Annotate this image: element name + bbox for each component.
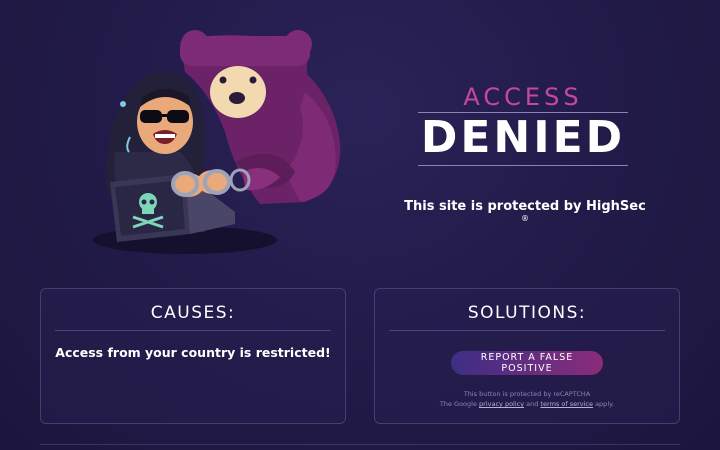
title-denied: DENIED [420, 112, 626, 163]
recaptcha-notice: This button is protected by reCAPTCHA Th… [375, 389, 679, 409]
recaptcha-and: and [526, 400, 539, 408]
recaptcha-apply: apply. [595, 400, 615, 408]
cause-text: Access from your country is restricted! [55, 345, 331, 360]
solutions-divider [389, 330, 665, 331]
solutions-card: SOLUTIONS: REPORT A FALSE POSITIVE This … [374, 288, 680, 424]
solutions-title: SOLUTIONS: [467, 303, 587, 323]
bottom-divider [40, 444, 680, 445]
recaptcha-line-1: This button is protected by reCAPTCHA [463, 390, 591, 398]
privacy-policy-link[interactable]: privacy policy [479, 400, 524, 408]
registered-mark: ® [521, 214, 529, 223]
report-false-positive-button[interactable]: REPORT A FALSE POSITIVE [451, 351, 603, 375]
recaptcha-line-2: The Google privacy policy and terms of s… [375, 399, 679, 409]
protected-label: This site is protected by HighSec [404, 199, 646, 214]
causes-divider [55, 330, 331, 331]
protected-by-text: This site is protected by HighSec ® [400, 199, 650, 230]
hero-illustration [93, 30, 341, 254]
title-block: ACCESS DENIED [418, 84, 628, 166]
causes-card: CAUSES: Access from your country is rest… [40, 288, 346, 424]
recaptcha-prefix: The Google [439, 400, 477, 408]
title-rule-bottom [418, 165, 628, 166]
terms-of-service-link[interactable]: terms of service [540, 400, 593, 408]
causes-title: CAUSES: [150, 303, 236, 323]
title-access: ACCESS [463, 83, 583, 111]
access-denied-page: ACCESS DENIED This site is protected by … [0, 0, 720, 450]
